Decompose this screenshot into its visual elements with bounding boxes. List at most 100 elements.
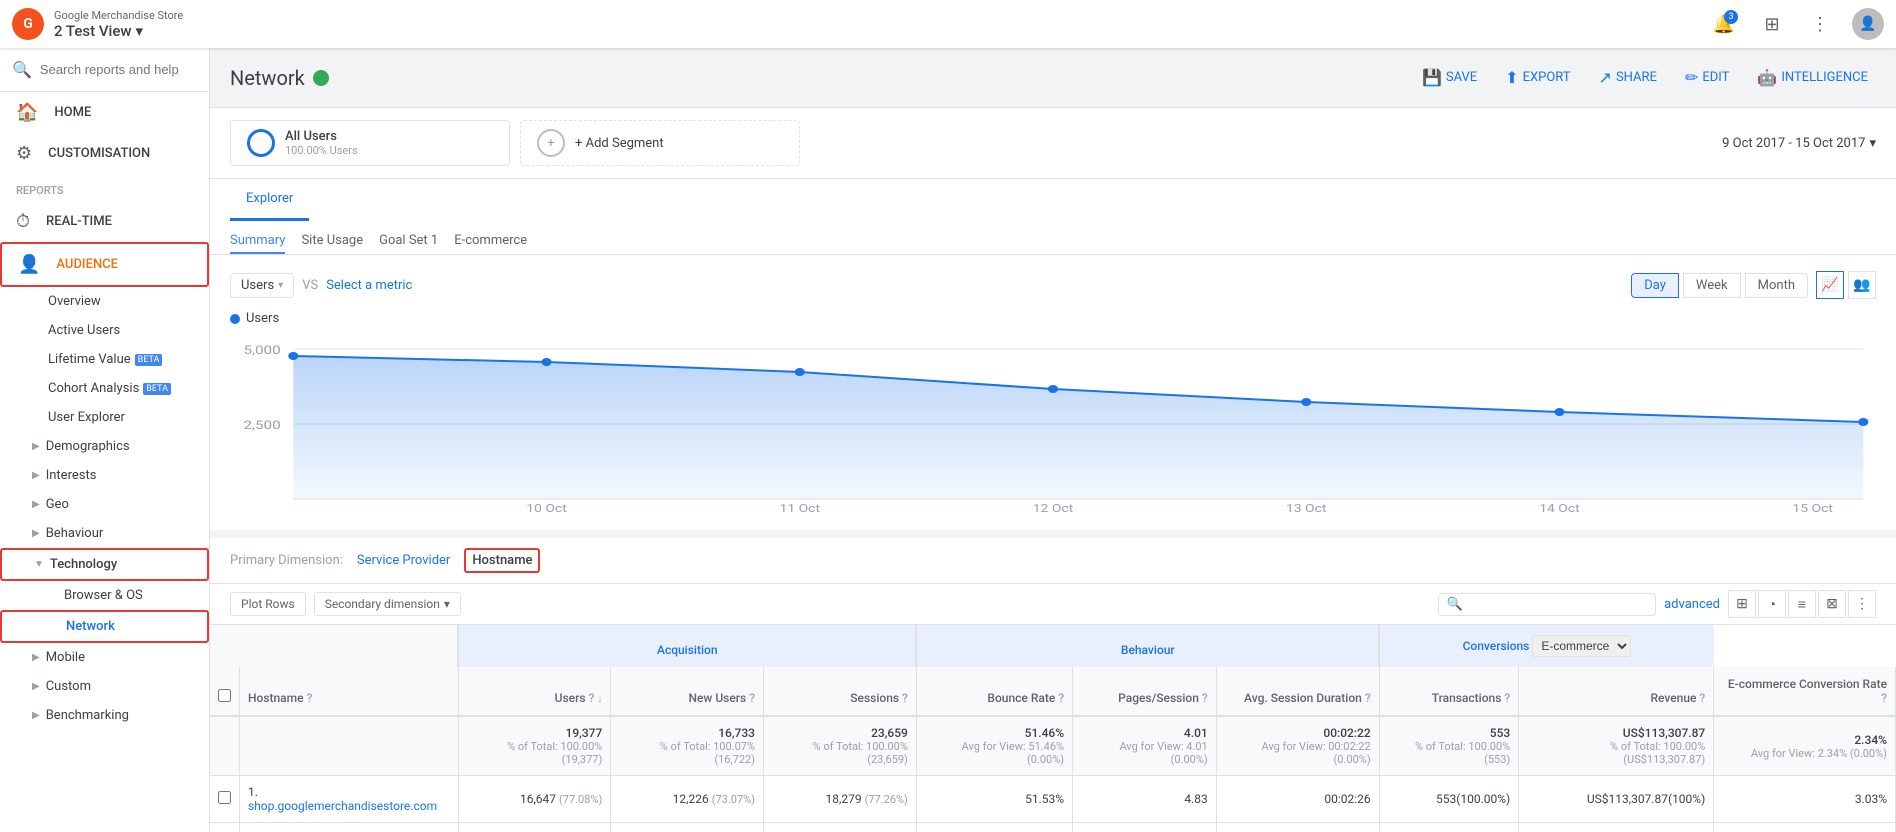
- technology-arrow-icon: ▼: [34, 559, 44, 570]
- totals-revenue: US$113,307.87: [1527, 726, 1705, 740]
- more-options-button[interactable]: ⋮: [1804, 8, 1836, 40]
- legend-dot: [230, 314, 240, 324]
- pie-view-button[interactable]: ◔: [1758, 590, 1786, 618]
- sidebar-item-geo[interactable]: ▶ Geo: [0, 490, 209, 519]
- add-segment-button[interactable]: + + Add Segment: [520, 120, 800, 166]
- custom-view-button[interactable]: ⋮: [1848, 590, 1876, 618]
- user-avatar[interactable]: 👤: [1852, 8, 1884, 40]
- totals-new-users: 16,733: [619, 726, 755, 740]
- sidebar-item-benchmarking[interactable]: ▶ Benchmarking: [0, 701, 209, 730]
- sub-tab-goal-set[interactable]: Goal Set 1: [379, 229, 438, 254]
- line-chart-button[interactable]: 📈: [1816, 271, 1844, 299]
- export-button[interactable]: ⬆ EXPORT: [1497, 62, 1578, 93]
- save-icon: 💾: [1422, 68, 1442, 87]
- apps-button[interactable]: ⊞: [1756, 8, 1788, 40]
- users-sort-icon[interactable]: ↓: [597, 694, 602, 705]
- time-btn-week[interactable]: Week: [1683, 273, 1741, 298]
- sidebar-item-realtime[interactable]: ⏱ REAL-TIME: [0, 201, 209, 242]
- row2-avg-session-cell: 00:02:09: [1216, 823, 1379, 832]
- overview-label: Overview: [48, 294, 101, 309]
- table-area: Primary Dimension: Service Provider Host…: [210, 538, 1896, 832]
- new-users-help-icon: ?: [749, 691, 755, 705]
- list-view-button[interactable]: ≡: [1788, 590, 1816, 618]
- view-selector[interactable]: 2 Test View ▾: [54, 22, 1708, 40]
- save-button[interactable]: 💾 SAVE: [1414, 62, 1485, 93]
- totals-avg-session-cell: 00:02:22 Avg for View: 00:02:22 (0.00%): [1216, 716, 1379, 776]
- totals-bounce-rate: 51.46%: [925, 726, 1064, 740]
- advanced-link[interactable]: advanced: [1664, 597, 1720, 612]
- chart-controls: Users ▾ VS Select a metric Day Week Mont…: [230, 271, 1876, 299]
- sidebar-item-technology[interactable]: ▼ Technology: [0, 548, 209, 581]
- checkbox-header: [210, 667, 240, 716]
- explorer-tabs: Explorer Summary Site Usage Goal Set 1 E…: [210, 179, 1896, 255]
- svg-text:15 Oct: 15 Oct: [1792, 502, 1832, 514]
- select-metric-link[interactable]: Select a metric: [326, 278, 412, 293]
- row1-hostname-link[interactable]: shop.googlemerchandisestore.com: [248, 799, 437, 813]
- intelligence-button[interactable]: 🤖 INTELLIGENCE: [1749, 62, 1876, 93]
- select-all-checkbox[interactable]: [218, 689, 231, 702]
- revenue-help-icon: ?: [1699, 691, 1705, 705]
- geo-label: Geo: [46, 497, 69, 512]
- segment-all-users[interactable]: All Users 100.00% Users: [230, 120, 510, 166]
- sidebar-item-custom[interactable]: ▶ Custom: [0, 672, 209, 701]
- sidebar-item-behaviour[interactable]: ▶ Behaviour: [0, 519, 209, 548]
- audience-sub-nav: Overview Active Users Lifetime Value BET…: [0, 287, 209, 730]
- sidebar-item-home[interactable]: 🏠 HOME: [0, 92, 209, 133]
- sidebar-item-user-explorer[interactable]: User Explorer: [0, 403, 209, 432]
- table-search-input[interactable]: [1467, 597, 1647, 612]
- sidebar-item-demographics[interactable]: ▶ Demographics: [0, 432, 209, 461]
- edit-button[interactable]: ✏ EDIT: [1677, 62, 1737, 93]
- row1-checkbox-cell: [210, 776, 240, 823]
- users-header: Users ? ↓: [458, 667, 611, 716]
- hostname-help-icon: ?: [307, 691, 313, 705]
- pivot-view-button[interactable]: ⊠: [1818, 590, 1846, 618]
- sub-tab-site-usage[interactable]: Site Usage: [301, 229, 363, 254]
- network-label: Network: [66, 619, 115, 634]
- pages-session-help-icon: ?: [1202, 691, 1208, 705]
- row1-sessions: 18,279: [826, 792, 862, 806]
- share-button[interactable]: ↗ SHARE: [1591, 62, 1665, 93]
- sidebar-item-active-users[interactable]: Active Users: [0, 316, 209, 345]
- dim-hostname[interactable]: Hostname: [464, 548, 540, 573]
- grid-view-button[interactable]: ⊞: [1728, 590, 1756, 618]
- sidebar-item-overview[interactable]: Overview: [0, 287, 209, 316]
- conversions-select[interactable]: E-commerce: [1532, 635, 1631, 657]
- sidebar-item-audience[interactable]: 👤 AUDIENCE: [0, 242, 209, 287]
- totals-ecomm-rate-cell: 2.34% Avg for View: 2.34% (0.00%): [1714, 716, 1896, 776]
- row1-checkbox[interactable]: [218, 791, 231, 804]
- date-range-picker[interactable]: 9 Oct 2017 - 15 Oct 2017 ▾: [1722, 136, 1876, 151]
- sidebar-item-lifetime-value[interactable]: Lifetime Value BETA: [0, 345, 209, 374]
- search-bar: 🔍: [0, 48, 209, 92]
- time-btn-day[interactable]: Day: [1631, 273, 1679, 298]
- search-input[interactable]: [40, 62, 197, 77]
- avg-session-help-icon: ?: [1365, 691, 1371, 705]
- sub-tab-summary[interactable]: Summary: [230, 229, 285, 254]
- time-btn-month[interactable]: Month: [1745, 273, 1808, 298]
- metric-dropdown[interactable]: Users ▾: [230, 273, 294, 298]
- dim-service-provider[interactable]: Service Provider: [351, 550, 456, 571]
- plot-rows-button[interactable]: Plot Rows: [230, 592, 306, 616]
- sidebar-item-mobile[interactable]: ▶ Mobile: [0, 643, 209, 672]
- row1-new-users-pct: (73.07%): [712, 793, 755, 806]
- metric-selector: Users ▾ VS Select a metric: [230, 273, 412, 298]
- metric-arrow-icon: ▾: [278, 280, 283, 291]
- sidebar-item-cohort-analysis[interactable]: Cohort Analysis BETA: [0, 374, 209, 403]
- row1-users: 16,647: [520, 792, 556, 806]
- bar-chart-button[interactable]: 👥: [1848, 271, 1876, 299]
- save-label: SAVE: [1446, 70, 1477, 85]
- sidebar-item-interests[interactable]: ▶ Interests: [0, 461, 209, 490]
- sidebar-item-network[interactable]: Network: [0, 610, 209, 643]
- notifications-button[interactable]: 🔔 3: [1708, 8, 1740, 40]
- technology-sub-nav: Browser & OS Network: [0, 581, 209, 643]
- benchmarking-arrow-icon: ▶: [32, 710, 40, 721]
- page-title-area: Network: [230, 66, 329, 90]
- sub-tab-ecommerce[interactable]: E-commerce: [454, 229, 527, 254]
- secondary-dimension-button[interactable]: Secondary dimension ▾: [314, 592, 461, 616]
- sidebar-item-customisation[interactable]: ⚙ CUSTOMISATION: [0, 133, 209, 174]
- notification-badge: 3: [1724, 10, 1738, 24]
- home-icon: 🏠: [16, 102, 38, 123]
- sidebar-item-browser-os[interactable]: Browser & OS: [0, 581, 209, 610]
- tab-explorer[interactable]: Explorer: [230, 179, 309, 221]
- row2-new-users-cell: 4,507 (26.93%): [611, 823, 764, 832]
- totals-new-users-cell: 16,733 % of Total: 100.07% (16,722): [611, 716, 764, 776]
